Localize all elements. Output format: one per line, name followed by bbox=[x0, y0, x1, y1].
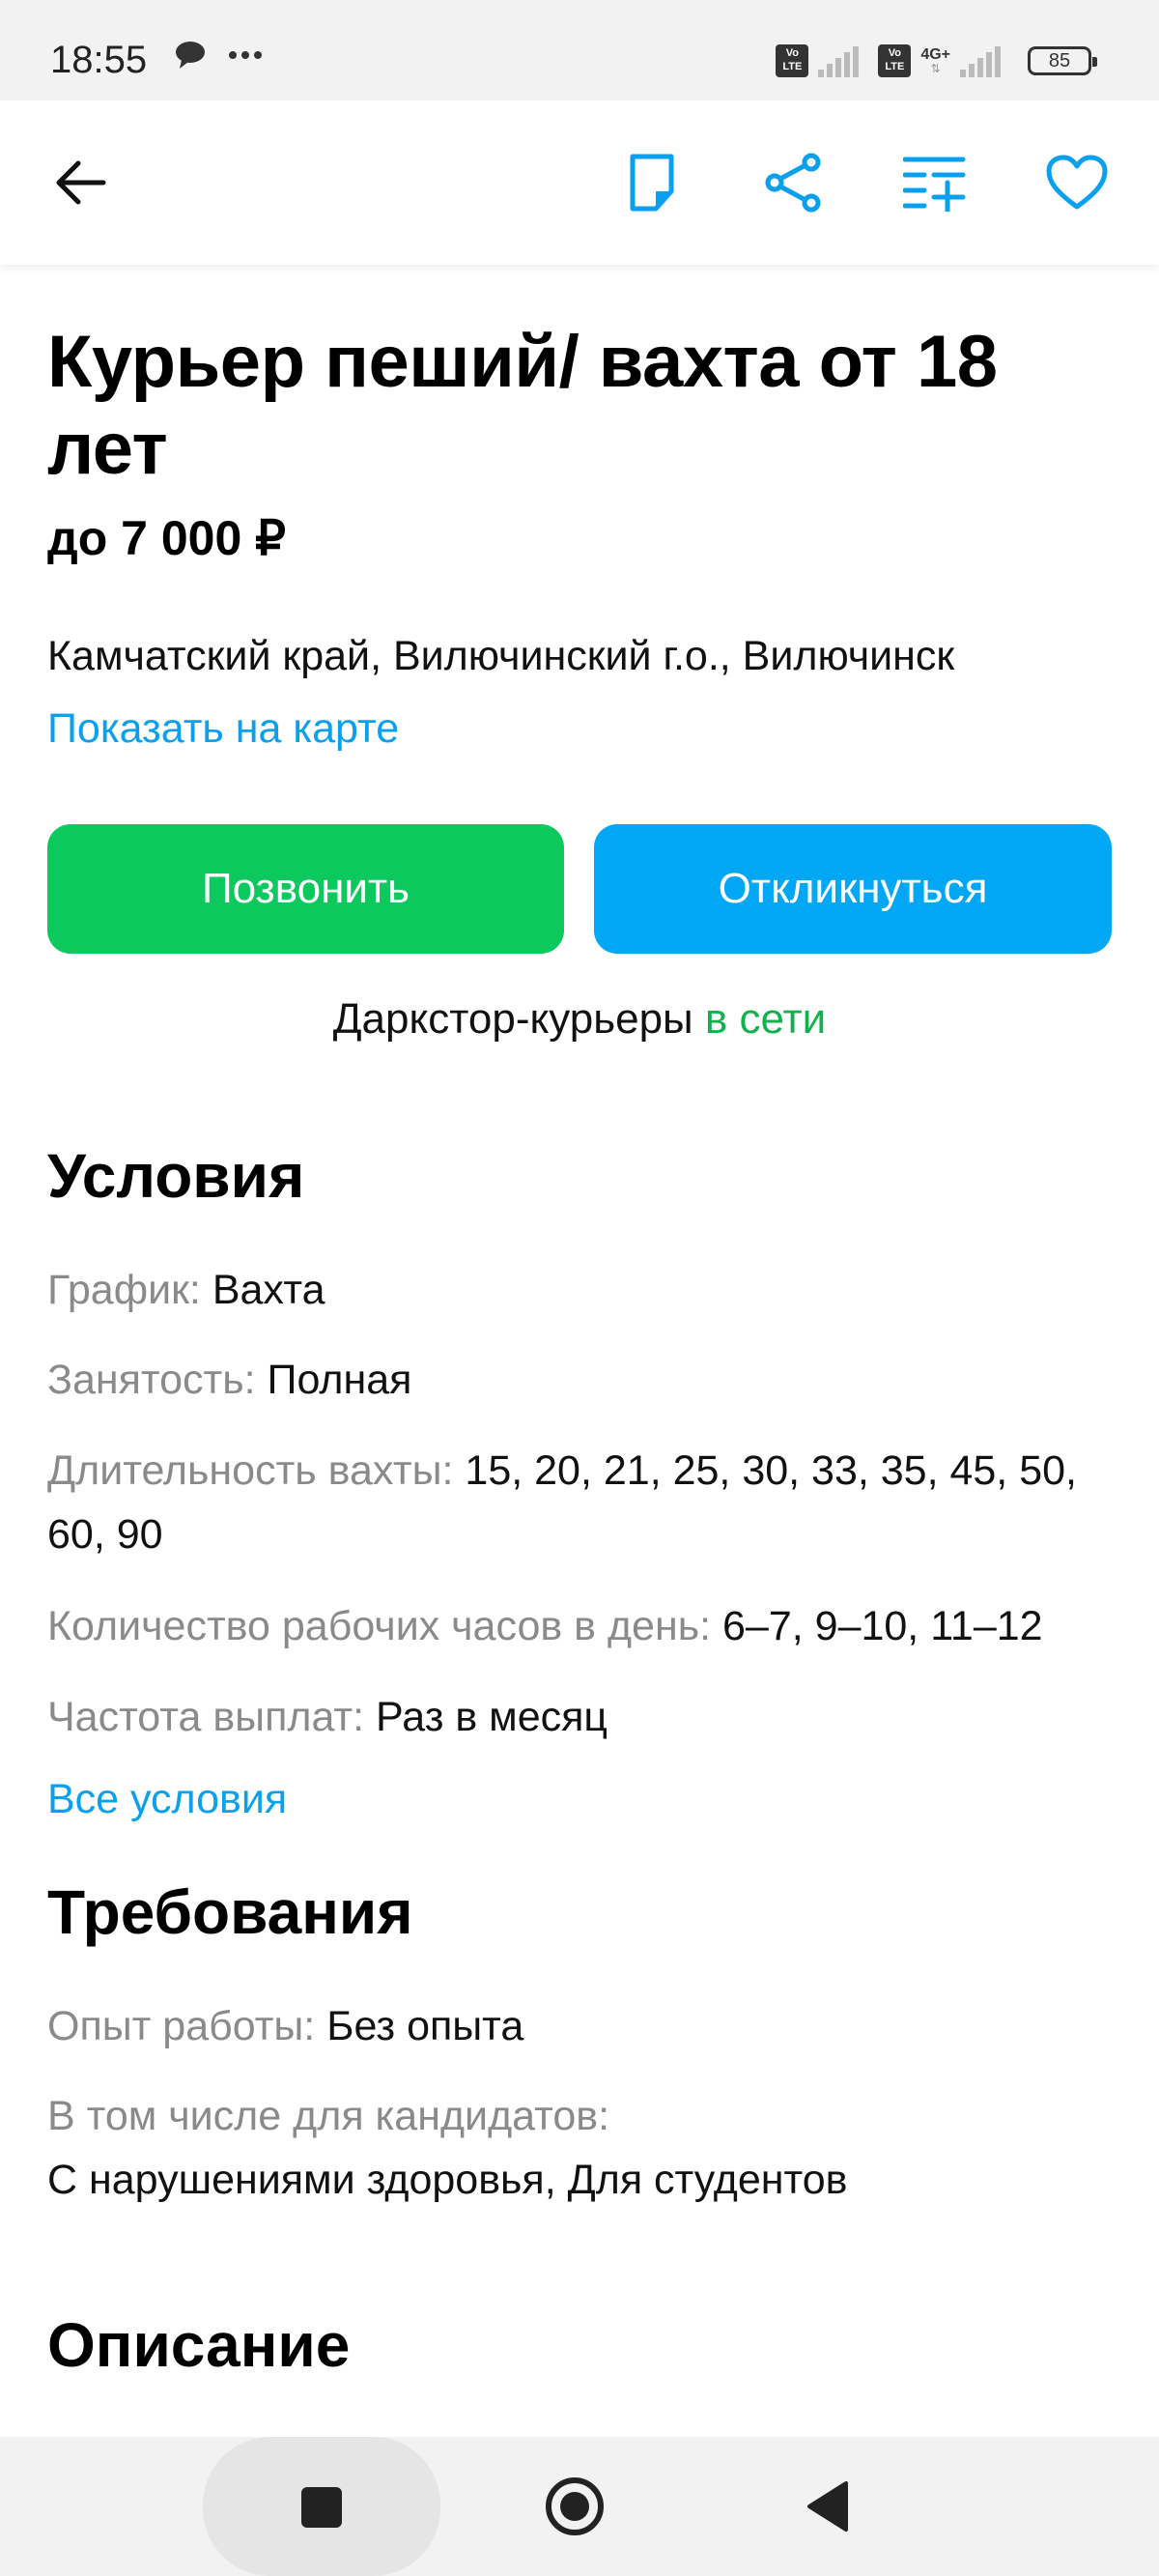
condition-value: Полная bbox=[267, 1357, 412, 1403]
vacancy-title: Курьер пеший/ вахта от 18 лет bbox=[47, 321, 998, 490]
heart-icon bbox=[1046, 155, 1108, 210]
show-on-map-link[interactable]: Показать на карте bbox=[47, 705, 399, 753]
more-notifications-icon bbox=[229, 51, 262, 59]
condition-value: Вахта bbox=[212, 1267, 325, 1313]
requirements-title: Требования bbox=[47, 1877, 413, 1947]
requirement-value: С нарушениями здоровья, Для студентов bbox=[47, 2157, 848, 2203]
signal-icon-sim2 bbox=[960, 44, 1001, 77]
respond-button[interactable]: Откликнуться bbox=[594, 824, 1112, 954]
condition-shift-duration: Длительность вахты: 15, 20, 21, 25, 30, … bbox=[47, 1439, 1119, 1566]
square-icon bbox=[301, 2487, 342, 2528]
system-navigation-bar bbox=[0, 2437, 1159, 2576]
requirement-label: Опыт работы: bbox=[47, 2003, 316, 2049]
requirement-candidates: В том числе для кандидатов: С нарушениям… bbox=[47, 2084, 1119, 2212]
condition-payment-frequency: Частота выплат: Раз в месяц bbox=[47, 1685, 1119, 1749]
online-status: в сети bbox=[704, 995, 827, 1043]
arrow-left-icon bbox=[56, 160, 106, 205]
vacancy-header: Курьер пеший/ вахта от 18 лет до 7 000 ₽ bbox=[47, 319, 1119, 566]
condition-label: Длительность вахты: bbox=[47, 1447, 454, 1494]
status-time: 18:55 bbox=[50, 39, 148, 81]
company-status: Даркстор-курьеры в сети bbox=[0, 995, 1159, 1044]
home-button[interactable] bbox=[544, 2476, 606, 2542]
list-add-icon bbox=[903, 157, 966, 212]
note-icon bbox=[630, 154, 674, 212]
battery-level: 85 bbox=[1048, 49, 1071, 72]
app-bar bbox=[0, 100, 1159, 265]
status-bar: 18:55 Vo LTE Vo LTE 4G+ ⇅ 85 bbox=[0, 0, 1159, 100]
condition-label: Занятость: bbox=[47, 1357, 256, 1403]
share-button[interactable] bbox=[760, 149, 828, 216]
call-button[interactable]: Позвонить bbox=[47, 824, 564, 954]
chat-notification-icon bbox=[176, 42, 205, 69]
condition-value: 6–7, 9–10, 11–12 bbox=[722, 1603, 1043, 1649]
favorite-button[interactable] bbox=[1043, 149, 1111, 216]
conditions-title: Условия bbox=[47, 1141, 305, 1211]
requirement-experience: Опыт работы: Без опыта bbox=[47, 1994, 1119, 2058]
volte-icon: Vo LTE bbox=[878, 44, 912, 77]
volte-icon: Vo LTE bbox=[776, 44, 809, 77]
requirement-label: В том числе для кандидатов: bbox=[47, 2093, 610, 2139]
condition-hours: Количество рабочих часов в день: 6–7, 9–… bbox=[47, 1594, 1119, 1658]
salary: до 7 000 ₽ bbox=[47, 511, 286, 565]
battery-icon: 85 bbox=[1028, 46, 1097, 75]
network-type: 4G+ bbox=[920, 46, 950, 63]
condition-schedule: График: Вахта bbox=[47, 1258, 1119, 1322]
requirement-value: Без опыта bbox=[326, 2003, 524, 2049]
description-title: Описание bbox=[47, 2310, 351, 2380]
note-button[interactable] bbox=[618, 149, 686, 216]
home-circle-icon bbox=[546, 2477, 604, 2535]
all-conditions-link[interactable]: Все условия bbox=[47, 1776, 287, 1823]
condition-label: Количество рабочих часов в день: bbox=[47, 1603, 712, 1649]
signal-icon-sim1 bbox=[818, 44, 860, 77]
status-indicators: Vo LTE Vo LTE 4G+ ⇅ 85 bbox=[776, 44, 1097, 77]
back-button[interactable] bbox=[46, 149, 114, 216]
back-nav-button[interactable] bbox=[804, 2479, 850, 2538]
address: Камчатский край, Вилючинский г.о., Вилюч… bbox=[47, 633, 955, 679]
condition-value: Раз в месяц bbox=[376, 1694, 608, 1740]
condition-employment: Занятость: Полная bbox=[47, 1348, 1119, 1412]
condition-label: Частота выплат: bbox=[47, 1694, 365, 1740]
share-icon bbox=[765, 153, 821, 213]
triangle-back-icon bbox=[807, 2481, 848, 2532]
compare-button[interactable] bbox=[901, 149, 969, 216]
recent-apps-button[interactable] bbox=[299, 2485, 344, 2534]
company-name[interactable]: Даркстор-курьеры bbox=[333, 995, 693, 1043]
condition-label: График: bbox=[47, 1267, 201, 1313]
